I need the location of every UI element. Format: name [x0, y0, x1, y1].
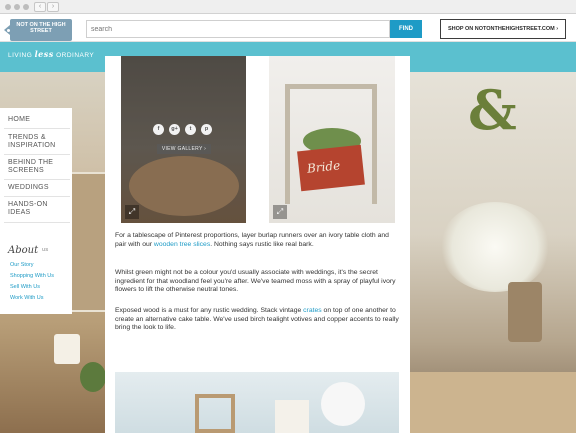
paragraph-text: Exposed wood is a must for any rustic we… [115, 307, 304, 314]
about-link-our-story[interactable]: Our Story [10, 262, 34, 268]
window-maximize-dot[interactable] [23, 4, 29, 10]
tagline-before: LIVING [8, 52, 35, 59]
sidebar-divider [4, 128, 70, 129]
shop-button[interactable]: SHOP ON NOTONTHEHIGHSTREET.COM › [440, 19, 566, 39]
about-link-sell-with-us[interactable]: Sell With Us [10, 284, 40, 290]
expand-icon[interactable]: ⤢ [273, 205, 287, 219]
article-content: f g+ t p VIEW GALLERY › ⤢ Bride ⤢ For a … [105, 56, 410, 433]
crates-link[interactable]: crates [303, 307, 322, 314]
tagline: LIVING less ORDINARY [8, 49, 94, 59]
sidebar-item-trends[interactable]: TRENDS & INSPIRATION [8, 134, 66, 150]
crate-decor [195, 394, 235, 433]
tagline-emphasis: less [34, 49, 54, 59]
gallery-photo-bride-sign[interactable]: Bride ⤢ [269, 56, 395, 223]
article-paragraph-3: Exposed wood is a must for any rustic we… [115, 307, 399, 333]
wooden-tree-slices-link[interactable]: wooden tree slices [154, 241, 210, 248]
find-button[interactable]: FIND [390, 20, 422, 38]
browser-back-button[interactable]: ‹ [34, 2, 46, 12]
tagline-after: ORDINARY [53, 52, 95, 59]
article-paragraph-1: For a tablescape of Pinterest proportion… [115, 232, 399, 249]
about-heading: About [8, 245, 39, 256]
about-link-shopping-with-us[interactable]: Shopping With Us [10, 273, 54, 279]
plant-decor [80, 362, 106, 392]
google-plus-icon[interactable]: g+ [169, 124, 180, 135]
photo-overlay [121, 56, 246, 223]
page: NOT ON THE HIGH STREET FIND SHOP ON NOTO… [0, 14, 576, 433]
right-background-photo: & [410, 72, 576, 433]
balloon-decor [321, 382, 365, 426]
sidebar-item-behind-the-screens[interactable]: BEHIND THE SCREENS [8, 159, 66, 175]
twitter-icon[interactable]: t [185, 124, 196, 135]
browser-chrome: ‹ › [0, 0, 576, 14]
sidebar-divider [4, 154, 70, 155]
about-link-work-with-us[interactable]: Work With Us [10, 295, 44, 301]
moss-ampersand-decor: & [468, 78, 517, 142]
sidebar-nav: HOME TRENDS & INSPIRATION BEHIND THE SCR… [0, 108, 72, 314]
bottom-photo-cake-table[interactable] [115, 372, 399, 433]
sidebar-item-hands-on-ideas[interactable]: HANDS-ON IDEAS [8, 201, 66, 217]
article-paragraph-2: Whilst green might not be a colour you'd… [115, 269, 396, 294]
cake-decor [275, 400, 309, 433]
sidebar-divider [4, 196, 70, 197]
sidebar-divider [4, 222, 70, 223]
paragraph-text: . Nothing says rustic like real bark. [210, 240, 314, 248]
burlap-table-decor [410, 372, 576, 433]
expand-icon[interactable]: ⤢ [125, 205, 139, 219]
flower-arrangement-decor [440, 202, 550, 292]
browser-forward-button[interactable]: › [47, 2, 59, 12]
site-header: NOT ON THE HIGH STREET FIND SHOP ON NOTO… [0, 14, 576, 42]
window-close-dot[interactable] [5, 4, 11, 10]
birch-vase-decor [508, 282, 542, 342]
site-logo[interactable]: NOT ON THE HIGH STREET [4, 19, 72, 41]
table-sign-decor [54, 334, 80, 364]
search-input[interactable] [86, 20, 390, 38]
view-gallery-button[interactable]: VIEW GALLERY › [157, 144, 211, 154]
gallery-photo-tablescape[interactable]: f g+ t p VIEW GALLERY › ⤢ [121, 56, 246, 223]
sidebar-item-weddings[interactable]: WEDDINGS [8, 184, 66, 192]
about-subheading: US [42, 247, 49, 252]
window-minimize-dot[interactable] [14, 4, 20, 10]
facebook-icon[interactable]: f [153, 124, 164, 135]
sidebar-divider [4, 179, 70, 180]
sidebar-item-home[interactable]: HOME [8, 116, 66, 124]
wooden-board-decor [70, 172, 110, 312]
pinterest-icon[interactable]: p [201, 124, 212, 135]
